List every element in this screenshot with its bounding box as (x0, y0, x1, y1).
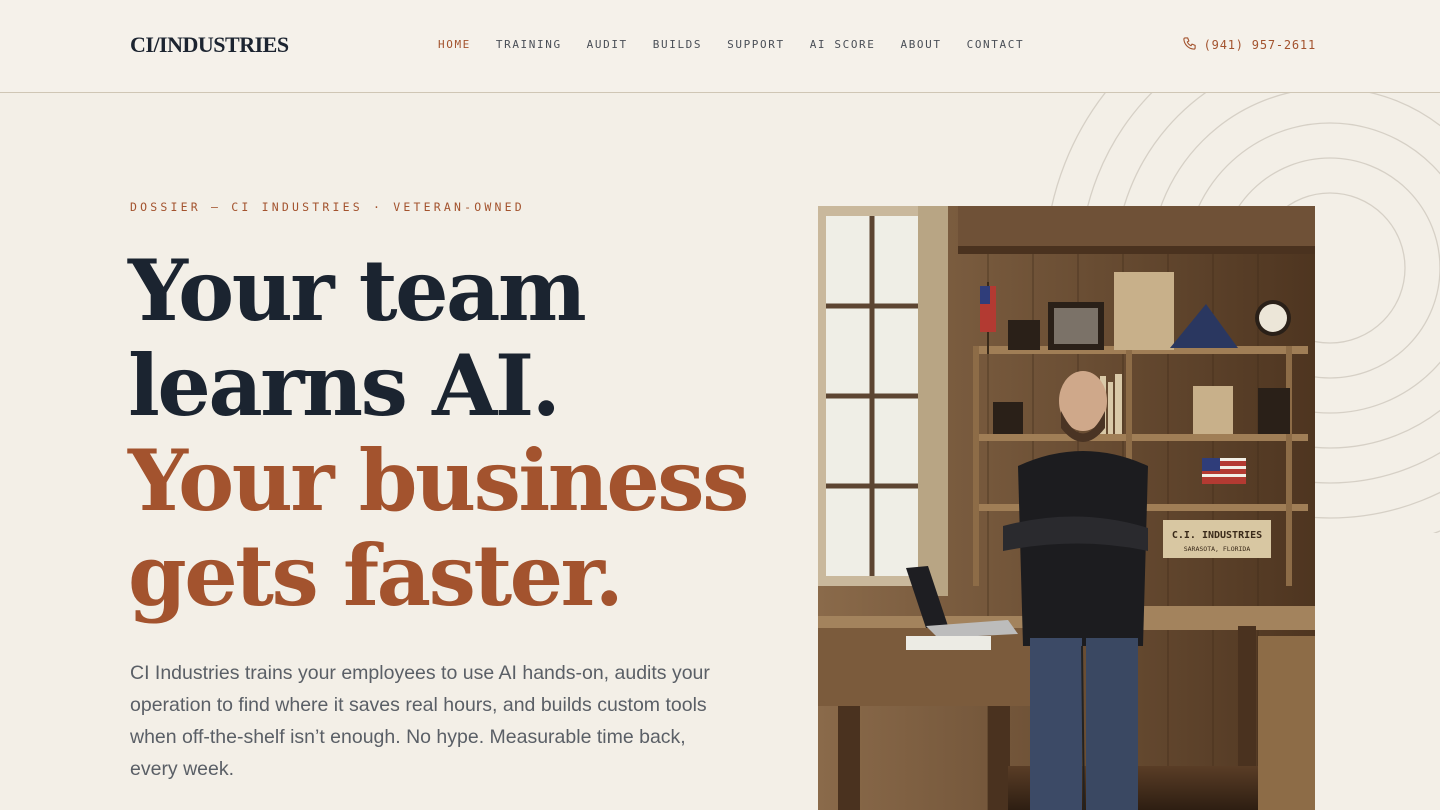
nav-about[interactable]: ABOUT (900, 38, 941, 51)
nav-home[interactable]: HOME (438, 38, 471, 51)
sign-text-line2: SARASOTA, FLORIDA (1184, 545, 1251, 553)
headline-line-3: Your business (128, 431, 749, 530)
phone-number: (941) 957-2611 (1203, 38, 1316, 52)
nav-builds[interactable]: BUILDS (653, 38, 702, 51)
main-nav: HOME TRAINING AUDIT BUILDS SUPPORT AI SC… (438, 38, 1049, 51)
nav-contact[interactable]: CONTACT (967, 38, 1025, 51)
headline-line-4: gets faster. (128, 526, 624, 625)
founder-workshop-photo: C.I. INDUSTRIES SARASOTA, FLORIDA (818, 206, 1315, 810)
nav-support[interactable]: SUPPORT (727, 38, 785, 51)
nav-ai-score[interactable]: AI SCORE (810, 38, 876, 51)
phone-link[interactable]: (941) 957-2611 (1182, 36, 1316, 54)
headline-line-1: Your team (128, 241, 587, 340)
nav-audit[interactable]: AUDIT (587, 38, 628, 51)
eyebrow-text: DOSSIER — CI INDUSTRIES · VETERAN-OWNED (130, 200, 525, 214)
sign-text-line1: C.I. INDUSTRIES (1172, 530, 1262, 541)
hero-headline: Your team learns AI. Your business gets … (128, 243, 768, 623)
nav-training[interactable]: TRAINING (496, 38, 562, 51)
hero-lede: CI Industries trains your employees to u… (130, 662, 710, 780)
phone-icon (1182, 36, 1197, 54)
logo[interactable]: CI/INDUSTRIES (130, 32, 289, 58)
site-header: CI/INDUSTRIES HOME TRAINING AUDIT BUILDS… (0, 0, 1440, 93)
headline-line-2: learns AI. (128, 336, 561, 435)
